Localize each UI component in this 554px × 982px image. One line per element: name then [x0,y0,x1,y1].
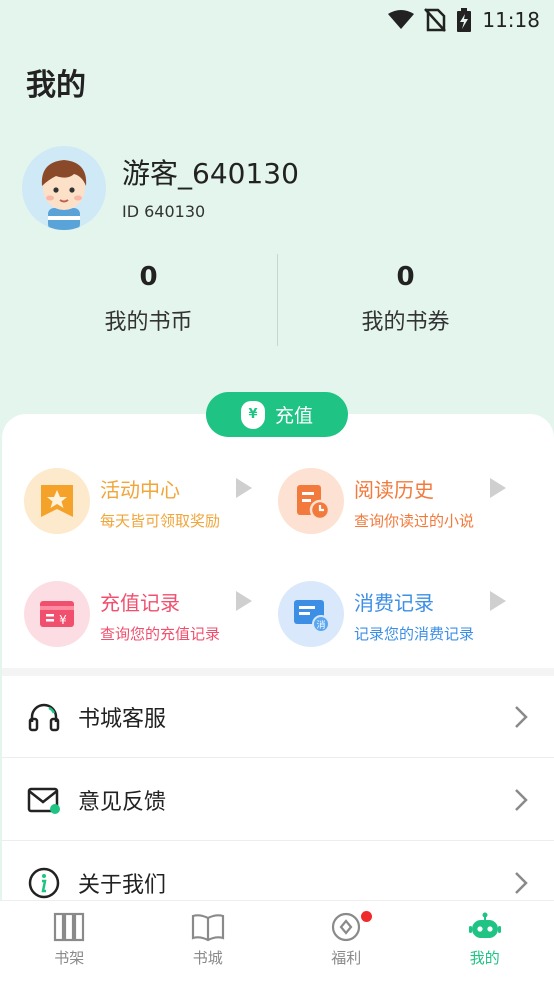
bookshelf-icon [52,911,86,943]
vouchers-stat[interactable]: 0 我的书券 [277,254,534,336]
feature-subtitle: 查询你读过的小说 [354,510,474,531]
menu-item-feedback[interactable]: 意见反馈 [2,759,554,841]
user-id: ID 640130 [122,202,205,221]
status-time: 11:18 [482,8,540,32]
svg-text:¥: ¥ [59,613,67,627]
no-sim-icon [424,8,446,32]
robot-icon [467,911,503,943]
section-divider [2,668,554,676]
play-arrow-icon [490,478,506,498]
recharge-button[interactable]: ¥ 充值 [206,392,348,437]
mail-icon [26,782,62,818]
welfare-icon [329,911,363,943]
feature-title: 消费记录 [354,587,434,616]
vouchers-value: 0 [277,262,534,292]
tab-bookstore[interactable]: 书城 [139,901,278,982]
feature-activity-center[interactable]: 活动中心 每天皆可领取奖励 [24,468,274,538]
money-bag-icon: ¥ [241,401,265,429]
tab-welfare[interactable]: 福利 [277,901,416,982]
menu-label: 意见反馈 [78,784,166,816]
info-icon [26,865,62,901]
avatar[interactable] [22,146,106,230]
coins-stat[interactable]: 0 我的书币 [20,254,277,336]
status-bar: 11:18 [0,0,554,40]
feature-title: 阅读历史 [354,474,434,503]
coins-value: 0 [20,262,277,292]
tab-bookshelf[interactable]: 书架 [0,901,139,982]
wallet-stats: 0 我的书币 0 我的书券 [20,254,534,346]
tab-label: 福利 [331,947,361,968]
tab-mine[interactable]: 我的 [416,901,554,982]
feature-subtitle: 查询您的充值记录 [100,623,220,644]
reading-history-icon [278,468,344,534]
battery-charging-icon [456,8,472,32]
headset-icon [26,699,62,735]
notification-dot [361,911,372,922]
activity-icon [24,468,90,534]
play-arrow-icon [236,478,252,498]
vouchers-label: 我的书券 [277,304,534,336]
feature-consumption-records[interactable]: 消 消费记录 记录您的消费记录 [278,581,528,651]
chevron-right-icon [514,871,528,895]
consumption-record-icon: 消 [278,581,344,647]
feature-title: 充值记录 [100,587,180,616]
page-title: 我的 [26,60,86,104]
coins-label: 我的书币 [20,304,277,336]
feature-subtitle: 记录您的消费记录 [354,623,474,644]
menu-label: 关于我们 [78,867,166,899]
username: 游客_640130 [122,152,299,192]
svg-text:消: 消 [316,619,325,631]
avatar-boy-icon [22,146,106,230]
play-arrow-icon [236,591,252,611]
tab-label: 我的 [470,947,500,968]
menu-label: 书城客服 [78,701,166,733]
profile-section[interactable]: 游客_640130 ID 640130 [22,146,532,236]
tab-label: 书城 [193,947,223,968]
chevron-right-icon [514,788,528,812]
bottom-tab-bar: 书架 书城 福利 我的 [0,900,554,982]
book-icon [190,911,226,943]
play-arrow-icon [490,591,506,611]
feature-recharge-records[interactable]: ¥ 充值记录 查询您的充值记录 [24,581,274,651]
feature-subtitle: 每天皆可领取奖励 [100,510,220,531]
tab-label: 书架 [54,947,84,968]
recharge-record-icon: ¥ [24,581,90,647]
recharge-label: 充值 [275,401,313,428]
menu-item-customer-service[interactable]: 书城客服 [2,676,554,758]
wifi-icon [388,10,414,30]
chevron-right-icon [514,705,528,729]
feature-title: 活动中心 [100,474,180,503]
feature-reading-history[interactable]: 阅读历史 查询你读过的小说 [278,468,528,538]
